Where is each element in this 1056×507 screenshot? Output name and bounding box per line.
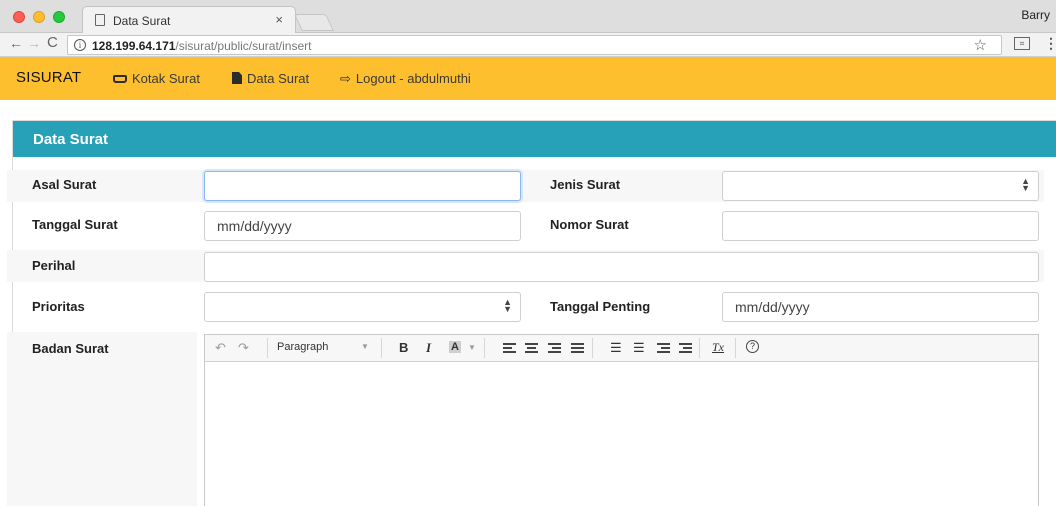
clear-format-icon[interactable]: Tx — [712, 340, 724, 355]
italic-button[interactable]: I — [426, 340, 431, 356]
tanggal-penting-label: Tanggal Penting — [550, 299, 651, 314]
toolbar-divider — [735, 338, 736, 358]
jenis-surat-select[interactable]: ▲ ▼ — [722, 171, 1039, 201]
badan-surat-editor: ↶ ↷ Paragraph ▼ B I A ▼ ☰ ☰ Tx ? — [204, 334, 1039, 506]
asal-surat-input[interactable] — [204, 171, 521, 201]
select-arrows-icon: ▲ ▼ — [1021, 176, 1030, 193]
browser-menu-icon[interactable]: ⋮ — [1044, 35, 1056, 52]
prioritas-label: Prioritas — [32, 299, 85, 314]
asal-surat-label: Asal Surat — [32, 177, 97, 192]
perihal-label: Perihal — [32, 258, 76, 273]
extension-icon[interactable]: ⌗ — [1014, 37, 1030, 50]
toolbar-divider — [699, 338, 700, 358]
text-color-button[interactable]: A — [449, 341, 461, 353]
nav-logout[interactable]: ⇨ Logout - abdulmuthi — [340, 71, 471, 87]
nav-data-surat-label: Data Surat — [247, 71, 310, 86]
format-select[interactable]: Paragraph — [277, 341, 328, 353]
back-icon[interactable]: ← — [9, 35, 23, 51]
tab-title: Data Surat — [113, 14, 171, 28]
perihal-input[interactable] — [204, 252, 1039, 282]
maximize-window-button[interactable] — [53, 11, 65, 23]
tanggal-penting-input[interactable]: mm/dd/yyyy — [722, 292, 1039, 322]
new-tab-button[interactable] — [294, 14, 334, 31]
reload-icon[interactable]: C — [47, 34, 58, 51]
outdent-icon[interactable] — [657, 343, 670, 353]
sign-out-icon: ⇨ — [340, 71, 351, 86]
minimize-window-button[interactable] — [33, 11, 45, 23]
editor-content-area[interactable] — [205, 362, 1038, 507]
align-center-icon[interactable] — [525, 343, 538, 353]
app-navbar: SISURAT Kotak Surat Data Surat ⇨ Logout -… — [0, 57, 1056, 100]
form-row-5 — [7, 332, 197, 506]
nav-kotak-surat[interactable]: Kotak Surat — [113, 71, 200, 86]
inbox-icon — [113, 75, 127, 83]
toolbar-divider — [381, 338, 382, 358]
panel-header: Data Surat — [13, 121, 1056, 157]
redo-icon[interactable]: ↷ — [238, 340, 249, 356]
browser-tab-bar: Data Surat × Barry — [0, 0, 1056, 34]
info-icon[interactable]: i — [74, 39, 86, 51]
indent-icon[interactable] — [679, 343, 692, 353]
align-left-icon[interactable] — [503, 343, 516, 353]
nomor-surat-label: Nomor Surat — [550, 217, 629, 232]
chevron-down-icon[interactable]: ▼ — [361, 342, 369, 351]
align-justify-icon[interactable] — [571, 343, 584, 353]
forward-icon[interactable]: → — [27, 35, 41, 51]
url-path: /sisurat/public/surat/insert — [175, 39, 312, 53]
tanggal-surat-label: Tanggal Surat — [32, 217, 118, 232]
undo-icon[interactable]: ↶ — [215, 340, 226, 356]
bold-button[interactable]: B — [399, 340, 408, 355]
url-text[interactable]: 128.199.64.171/sisurat/public/surat/inse… — [92, 39, 311, 53]
toolbar-divider — [592, 338, 593, 358]
badan-surat-label: Badan Surat — [32, 341, 109, 356]
nav-kotak-surat-label: Kotak Surat — [132, 71, 200, 86]
tanggal-surat-input[interactable]: mm/dd/yyyy — [204, 211, 521, 241]
align-right-icon[interactable] — [548, 343, 561, 353]
bullet-list-icon[interactable]: ☰ — [610, 340, 622, 356]
panel-title: Data Surat — [33, 131, 109, 148]
address-bar[interactable]: i 128.199.64.171/sisurat/public/surat/in… — [67, 35, 1002, 55]
browser-toolbar: ← → C i 128.199.64.171/sisurat/public/su… — [0, 33, 1056, 57]
profile-name[interactable]: Barry — [1021, 8, 1050, 22]
editor-toolbar: ↶ ↷ Paragraph ▼ B I A ▼ ☰ ☰ Tx ? — [205, 335, 1038, 362]
file-icon — [232, 72, 242, 84]
url-host: 128.199.64.171 — [92, 39, 176, 53]
nav-data-surat[interactable]: Data Surat — [232, 71, 309, 86]
bookmark-star-icon[interactable]: ☆ — [974, 36, 987, 54]
numbered-list-icon[interactable]: ☰ — [633, 340, 645, 356]
toolbar-divider — [267, 338, 268, 358]
toolbar-divider — [484, 338, 485, 358]
brand-link[interactable]: SISURAT — [16, 69, 81, 86]
select-arrows-icon: ▲ ▼ — [503, 297, 512, 314]
jenis-surat-label: Jenis Surat — [550, 177, 621, 192]
page-icon — [95, 14, 105, 26]
tab-close-icon[interactable]: × — [275, 12, 283, 27]
close-window-button[interactable] — [13, 11, 25, 23]
prioritas-select[interactable]: ▲ ▼ — [204, 292, 521, 322]
help-icon[interactable]: ? — [746, 340, 759, 353]
nav-logout-label: Logout - abdulmuthi — [355, 71, 471, 86]
browser-tab[interactable]: Data Surat × — [82, 6, 296, 34]
nomor-surat-input[interactable] — [722, 211, 1039, 241]
chevron-down-icon[interactable]: ▼ — [468, 343, 476, 352]
